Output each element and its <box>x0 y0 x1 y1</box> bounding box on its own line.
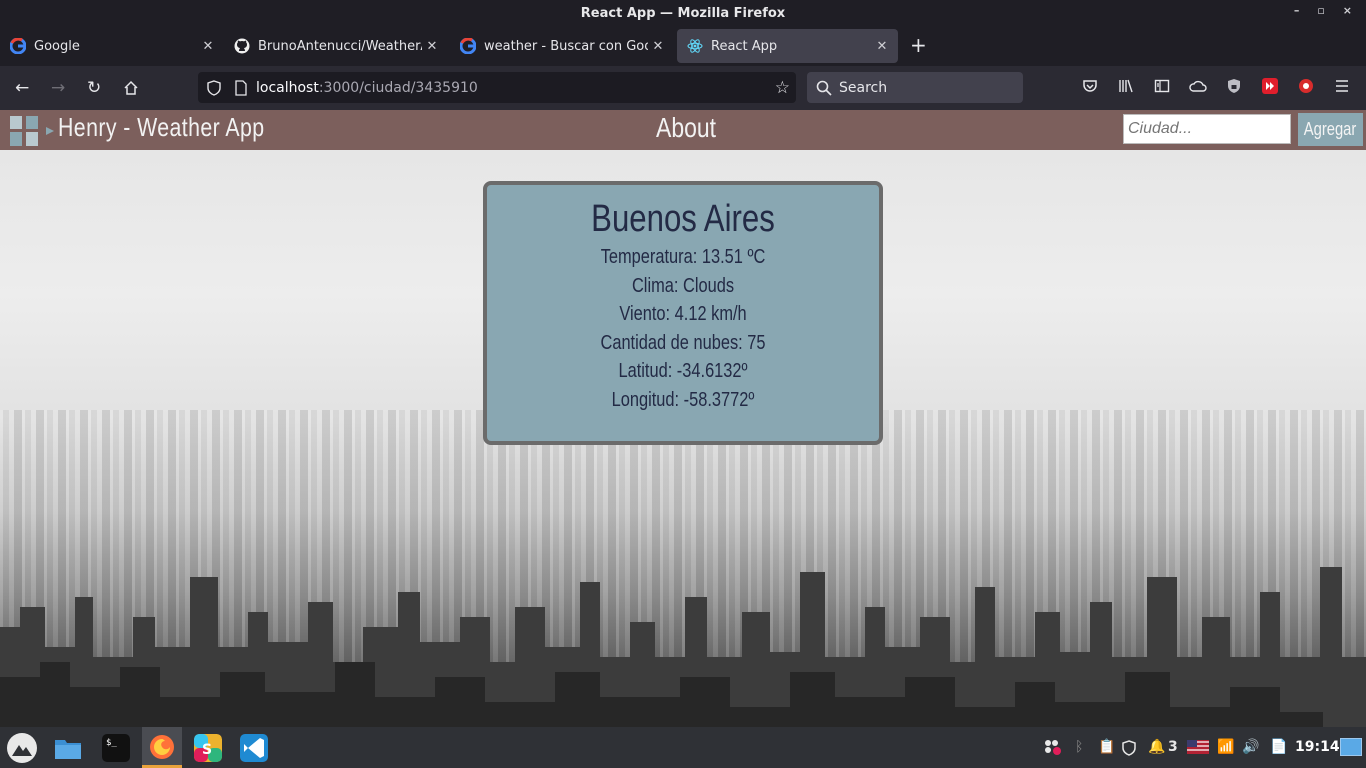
shield-tray-icon[interactable] <box>1121 740 1137 756</box>
app-brand-title[interactable]: Henry - Weather App <box>58 112 264 143</box>
tab-google[interactable]: Google ✕ <box>0 29 224 63</box>
search-icon <box>816 80 832 96</box>
clock[interactable]: 19:14 <box>1295 739 1340 755</box>
close-tab-icon[interactable]: ✕ <box>872 39 892 54</box>
city-skyline-background <box>0 567 1366 727</box>
new-tab-button[interactable]: + <box>910 33 927 57</box>
privacy-badger-icon[interactable] <box>1226 78 1242 94</box>
longitude-row: Longitud: -58.3772º <box>611 388 755 411</box>
app-navbar: Henry - Weather App About Agregar <box>0 110 1366 150</box>
os-taskbar: $_ S ᛒ 📋 🔔 3 📶 🔊 📄 19:14 <box>0 727 1366 768</box>
library-icon[interactable] <box>1118 78 1134 94</box>
window-title: React App — Mozilla Firefox <box>580 5 786 21</box>
close-tab-icon[interactable]: ✕ <box>422 39 442 54</box>
clipboard-manager-icon[interactable]: 📄 <box>1270 739 1287 755</box>
us-flag-icon[interactable] <box>1187 740 1209 754</box>
reload-icon[interactable]: ↻ <box>87 78 101 98</box>
slack-icon[interactable]: S <box>194 734 222 762</box>
clouds-row: Cantidad de nubes: 75 <box>600 331 766 354</box>
wind-row: Viento: 4.12 km/h <box>619 303 747 326</box>
terminal-icon[interactable]: $_ <box>102 734 130 762</box>
city-name: Buenos Aires <box>591 198 775 240</box>
forward-arrow-icon[interactable]: → <box>51 78 65 98</box>
close-tab-icon[interactable]: ✕ <box>648 39 668 54</box>
minimize-button[interactable]: – <box>1294 4 1300 17</box>
vscode-icon[interactable] <box>240 734 268 762</box>
sync-cloud-icon[interactable] <box>1189 78 1207 94</box>
svg-text:S: S <box>202 742 212 758</box>
firefox-icon <box>150 735 174 759</box>
notification-count: 3 <box>1168 739 1178 755</box>
tab-react-app[interactable]: React App ✕ <box>677 29 898 63</box>
show-desktop-icon[interactable] <box>1340 738 1362 756</box>
slack-tray-icon[interactable] <box>1043 738 1063 756</box>
firefox-task-active[interactable] <box>142 727 182 768</box>
close-tab-icon[interactable]: ✕ <box>198 39 218 54</box>
maximize-button[interactable]: ▫ <box>1317 4 1324 17</box>
tab-label: React App <box>711 38 778 54</box>
tab-label: BrunoAntenucci/WeatherApp <box>258 38 422 54</box>
back-arrow-icon[interactable]: ← <box>15 78 29 98</box>
tab-weather-search[interactable]: weather - Buscar con Google ✕ <box>450 29 674 63</box>
clipboard-icon[interactable]: 📋 <box>1098 739 1115 755</box>
weather-row: Clima: Clouds <box>631 274 735 297</box>
url-text: localhost:3000/ciudad/3435910 <box>256 80 478 96</box>
search-field[interactable]: Search <box>807 72 1023 103</box>
city-weather-card: Buenos Aires Temperatura: 13.51 ºC Clima… <box>483 181 883 445</box>
app-menu-icon[interactable] <box>6 732 38 764</box>
tab-bar: Google ✕ BrunoAntenucci/WeatherApp ✕ wea… <box>0 26 1366 66</box>
volume-icon[interactable]: 🔊 <box>1242 739 1259 755</box>
bluetooth-icon[interactable]: ᛒ <box>1075 739 1083 755</box>
window-title-bar: React App — Mozilla Firefox – ▫ × <box>0 0 1366 26</box>
svg-text:$_: $_ <box>106 738 117 748</box>
about-link[interactable]: About <box>656 112 716 144</box>
files-icon[interactable] <box>54 734 82 762</box>
add-city-label: Agregar <box>1304 119 1357 139</box>
web-page: Henry - Weather App About Agregar Buenos… <box>0 110 1366 727</box>
url-bar[interactable]: localhost:3000/ciudad/3435910 ☆ <box>198 72 796 103</box>
github-icon <box>234 38 250 54</box>
tab-label: weather - Buscar con Google <box>484 38 648 54</box>
temperature-row: Temperatura: 13.51 ºC <box>600 246 766 268</box>
tab-github[interactable]: BrunoAntenucci/WeatherApp ✕ <box>224 29 448 63</box>
google-icon <box>460 38 476 54</box>
url-host: localhost <box>256 79 319 96</box>
sidebar-icon[interactable] <box>1154 78 1170 94</box>
shield-icon[interactable] <box>206 79 222 96</box>
menu-icon[interactable] <box>1334 78 1350 94</box>
search-placeholder: Search <box>839 79 888 96</box>
city-search-input[interactable] <box>1123 114 1291 144</box>
google-icon <box>10 38 26 54</box>
navigation-toolbar: ← → ↻ localhost:3000/ciudad/3435910 ☆ Se… <box>0 66 1366 110</box>
latitude-row: Latitud: -34.6132º <box>618 360 748 383</box>
react-icon <box>687 39 703 53</box>
extension-red-play-icon[interactable] <box>1262 78 1278 94</box>
bookmark-star-icon[interactable]: ☆ <box>775 78 790 98</box>
add-city-button[interactable]: Agregar <box>1298 113 1363 146</box>
close-window-button[interactable]: × <box>1343 4 1352 17</box>
home-icon[interactable] <box>123 80 139 96</box>
wifi-icon[interactable]: 📶 <box>1217 739 1234 755</box>
url-path: :3000/ciudad/3435910 <box>318 79 478 96</box>
tab-label: Google <box>34 38 80 54</box>
extension-gear-icon[interactable] <box>1297 78 1315 94</box>
pocket-icon[interactable] <box>1082 78 1098 94</box>
page-icon <box>235 79 247 96</box>
henry-logo-icon[interactable] <box>8 115 56 147</box>
notifications-bell-icon[interactable]: 🔔 <box>1148 739 1165 755</box>
